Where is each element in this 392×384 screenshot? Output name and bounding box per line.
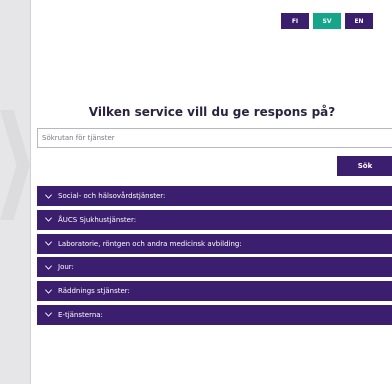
category-label: Laboratorie, röntgen och andra medicinsk… [58, 239, 242, 248]
language-button-en[interactable]: EN [345, 13, 373, 29]
category-rescue[interactable]: Räddnings stjänster: [37, 281, 392, 302]
chevron-down-icon [45, 289, 52, 294]
category-label: E-tjänsterna: [58, 310, 103, 319]
category-e-services[interactable]: E-tjänsterna: [37, 304, 392, 325]
category-emergency[interactable]: Jour: [37, 257, 392, 278]
page-title: Vilken service vill du ge respons på? [88, 105, 336, 119]
category-label: ÅUCS Sjukhustjänster: [58, 215, 137, 224]
language-button-sv[interactable]: SV [313, 13, 341, 29]
category-label: Social- och hälsovårdstjänster: [58, 192, 166, 200]
search-button[interactable]: Sök [337, 156, 392, 176]
service-category-list: Social- och hälsovårdstjänster: ÅUCS Sju… [37, 186, 392, 329]
category-label: Räddnings stjänster: [58, 287, 130, 296]
chevron-right-icon [0, 110, 30, 220]
search-input[interactable] [37, 128, 392, 148]
category-social-health[interactable]: Social- och hälsovårdstjänster: [37, 186, 392, 206]
chevron-down-icon [45, 193, 52, 199]
chevron-down-icon [45, 217, 52, 223]
category-label: Jour: [58, 263, 74, 272]
category-laboratory-imaging[interactable]: Laboratorie, röntgen och andra medicinsk… [37, 233, 392, 254]
chevron-down-icon [45, 265, 52, 270]
feedback-panel: FI SV EN Vilken service vill du ge respo… [30, 0, 392, 384]
language-switcher: FI SV EN [281, 13, 373, 29]
chevron-down-icon [45, 241, 52, 246]
category-hospital[interactable]: ÅUCS Sjukhustjänster: [37, 209, 392, 230]
language-button-fi[interactable]: FI [281, 13, 309, 29]
chevron-down-icon [45, 312, 52, 318]
